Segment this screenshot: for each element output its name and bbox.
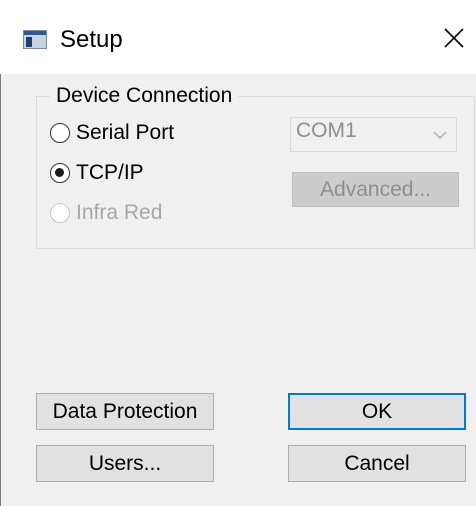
radio-label: Infra Red	[76, 201, 163, 224]
radio-infra-red: Infra Red	[50, 199, 162, 227]
setup-window-icon	[23, 30, 47, 49]
users-button[interactable]: Users...	[36, 445, 214, 482]
data-protection-label: Data Protection	[52, 400, 198, 423]
close-button[interactable]	[432, 18, 476, 58]
radio-circle	[50, 203, 70, 223]
group-legend: Device Connection	[50, 84, 239, 108]
radio-serial-port[interactable]: Serial Port	[50, 119, 174, 147]
cancel-label: Cancel	[344, 452, 410, 475]
close-icon	[444, 28, 464, 48]
ok-label: OK	[361, 400, 393, 423]
radio-label: TCP/IP	[76, 161, 144, 184]
data-protection-button[interactable]: Data Protection	[36, 393, 214, 430]
advanced-button: Advanced...	[292, 172, 459, 207]
advanced-button-label: Advanced...	[320, 178, 431, 201]
ok-button[interactable]: OK	[288, 393, 466, 430]
com-port-select: COM1	[290, 117, 457, 152]
chevron-down-icon	[433, 131, 447, 140]
radio-tcp-ip[interactable]: TCP/IP	[50, 159, 144, 187]
window-title: Setup	[60, 26, 123, 53]
title-bar[interactable]: Setup	[0, 0, 476, 74]
radio-label: Serial Port	[76, 121, 175, 144]
setup-dialog: Setup Device Connection Serial Port TCP/…	[0, 0, 476, 506]
radio-circle[interactable]	[50, 123, 70, 143]
cancel-button[interactable]: Cancel	[288, 445, 466, 482]
radio-circle[interactable]	[50, 163, 70, 183]
users-label: Users...	[88, 452, 162, 475]
com-port-value: COM1	[296, 119, 357, 142]
window-border	[0, 74, 1, 506]
